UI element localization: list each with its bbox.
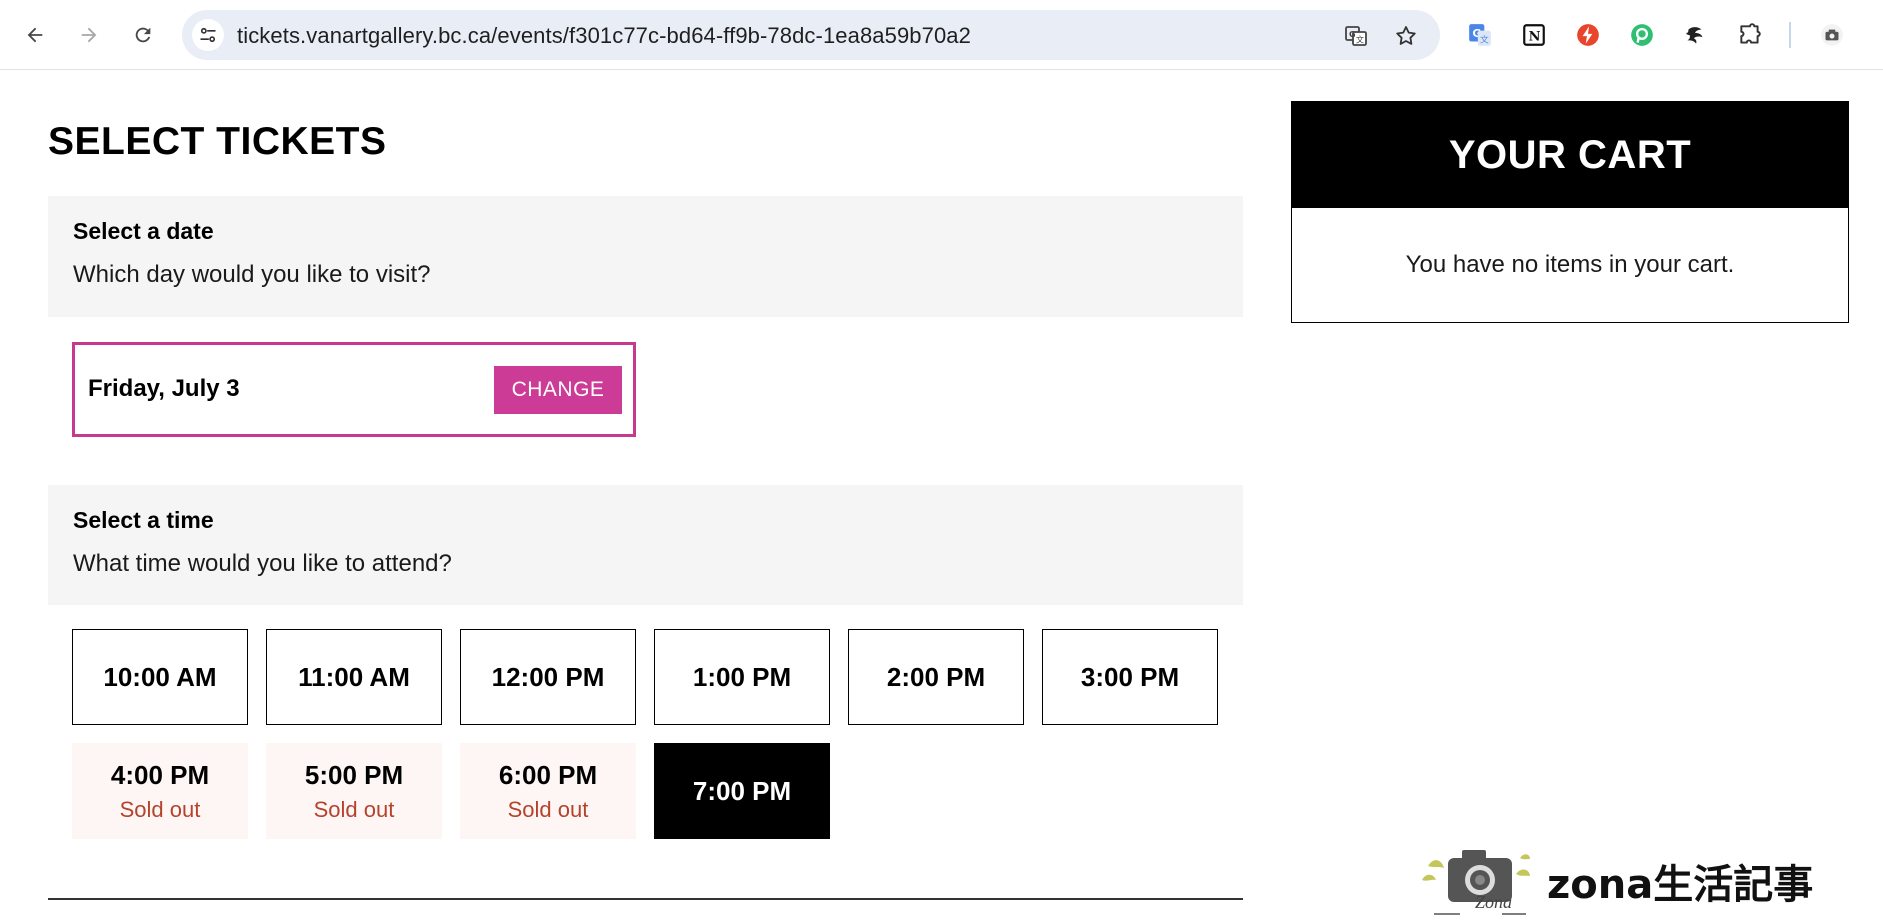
time-slot-label: 3:00 PM bbox=[1080, 661, 1180, 692]
time-slot-11am[interactable]: 11:00 AM bbox=[266, 629, 442, 725]
site-info-icon bbox=[200, 27, 216, 43]
dragon-ext-icon bbox=[1686, 27, 1703, 44]
selected-date: Friday, July 3 bbox=[88, 375, 240, 402]
time-slot-7pm-selected[interactable]: 7:00 PM bbox=[654, 743, 830, 839]
time-slot-label: 4:00 PM bbox=[110, 759, 210, 790]
date-section-heading: Select a date bbox=[73, 218, 214, 244]
bolt-ext-icon bbox=[1577, 24, 1599, 46]
svg-text:文: 文 bbox=[1480, 34, 1489, 46]
google-translate-extension[interactable]: G 文 bbox=[1464, 19, 1496, 51]
time-slot-6pm-sold-out: 6:00 PM Sold out bbox=[460, 743, 636, 839]
reload-button[interactable] bbox=[125, 17, 161, 53]
time-slot-label: 6:00 PM bbox=[498, 759, 598, 790]
sold-out-label: Sold out bbox=[507, 796, 589, 822]
watermark: Zona zona生活記事 bbox=[1420, 838, 1814, 922]
back-button[interactable] bbox=[17, 17, 53, 53]
svg-text:文: 文 bbox=[1356, 35, 1364, 45]
reload-icon bbox=[135, 27, 151, 43]
change-date-button[interactable]: CHANGE bbox=[494, 366, 622, 414]
notion-extension[interactable]: N bbox=[1518, 19, 1550, 51]
watermark-logo-text: Zona bbox=[1475, 892, 1513, 912]
selected-date-box: Friday, July 3 CHANGE bbox=[72, 342, 636, 437]
cart-panel: YOUR CART You have no items in your cart… bbox=[1291, 101, 1849, 323]
extensions-menu-button[interactable] bbox=[1734, 19, 1766, 51]
time-slot-label: 1:00 PM bbox=[692, 661, 792, 692]
page-title: SELECT TICKETS bbox=[48, 120, 387, 163]
time-slot-label: 12:00 PM bbox=[491, 661, 605, 692]
time-section-subheading: What time would you like to attend? bbox=[73, 550, 452, 577]
bolt-extension[interactable] bbox=[1572, 19, 1604, 51]
svg-text:G: G bbox=[1349, 30, 1356, 39]
dragon-extension[interactable] bbox=[1680, 19, 1712, 51]
time-slot-label: 11:00 AM bbox=[298, 661, 410, 692]
time-slot-5pm-sold-out: 5:00 PM Sold out bbox=[266, 743, 442, 839]
time-slot-label: 2:00 PM bbox=[886, 661, 986, 692]
puzzle-extensions-icon bbox=[1740, 23, 1761, 44]
section-divider bbox=[48, 898, 1243, 900]
time-slot-label: 7:00 PM bbox=[692, 775, 792, 806]
date-section-subheading: Which day would you like to visit? bbox=[73, 261, 431, 288]
cart-empty-message: You have no items in your cart. bbox=[1405, 251, 1735, 278]
time-slot-10am[interactable]: 10:00 AM bbox=[72, 629, 248, 725]
time-slot-label: 10:00 AM bbox=[103, 661, 217, 692]
time-slot-1pm[interactable]: 1:00 PM bbox=[654, 629, 830, 725]
time-section-heading: Select a time bbox=[73, 507, 214, 533]
watermark-text: zona生活記事 bbox=[1547, 862, 1814, 908]
time-slot-3pm[interactable]: 3:00 PM bbox=[1042, 629, 1218, 725]
sold-out-label: Sold out bbox=[313, 796, 395, 822]
time-slot-2pm[interactable]: 2:00 PM bbox=[848, 629, 1024, 725]
back-icon bbox=[27, 27, 43, 43]
google-translate-ext-icon: G 文 bbox=[1469, 24, 1491, 46]
profile-button[interactable] bbox=[1816, 19, 1848, 51]
time-slot-label: 5:00 PM bbox=[304, 759, 404, 790]
forward-icon bbox=[81, 27, 97, 43]
time-section-panel: Select a time What time would you like t… bbox=[48, 485, 1243, 605]
time-slot-12pm[interactable]: 12:00 PM bbox=[460, 629, 636, 725]
cart-title: YOUR CART bbox=[1292, 102, 1848, 208]
green-extension[interactable] bbox=[1626, 19, 1658, 51]
translate-icon: G 文 bbox=[1345, 26, 1367, 46]
svg-text:N: N bbox=[1529, 29, 1541, 44]
time-slot-4pm-sold-out: 4:00 PM Sold out bbox=[72, 743, 248, 839]
date-section-panel: Select a date Which day would you like t… bbox=[48, 196, 1243, 317]
toolbar-divider bbox=[1789, 22, 1791, 48]
site-info-button[interactable] bbox=[192, 19, 224, 51]
notion-ext-icon: N bbox=[1523, 24, 1545, 46]
bookmark-button[interactable] bbox=[1392, 22, 1420, 50]
forward-button[interactable] bbox=[71, 17, 107, 53]
sold-out-label: Sold out bbox=[119, 796, 201, 822]
translate-page-button[interactable]: G 文 bbox=[1342, 22, 1370, 50]
green-ext-icon bbox=[1631, 24, 1653, 46]
url-text[interactable]: tickets.vanartgallery.bc.ca/events/f301c… bbox=[237, 23, 971, 49]
camera-profile-icon bbox=[1821, 24, 1843, 46]
address-bar[interactable]: tickets.vanartgallery.bc.ca/events/f301c… bbox=[182, 10, 1440, 60]
browser-toolbar: tickets.vanartgallery.bc.ca/events/f301c… bbox=[0, 0, 1883, 70]
bookmark-star-icon bbox=[1396, 26, 1416, 45]
